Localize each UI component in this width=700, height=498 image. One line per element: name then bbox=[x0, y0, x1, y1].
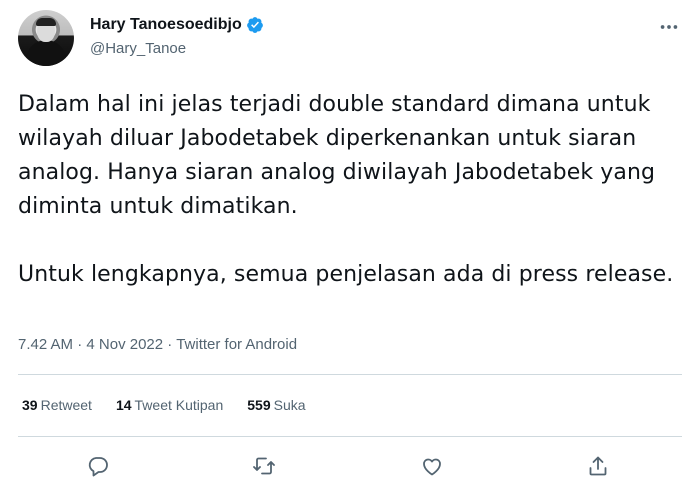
divider bbox=[18, 436, 682, 437]
quote-label: Tweet Kutipan bbox=[134, 397, 224, 413]
meta-separator: · bbox=[73, 336, 87, 353]
action-bar bbox=[0, 452, 700, 484]
avatar-hair bbox=[36, 18, 56, 26]
like-count: 559 bbox=[247, 397, 271, 413]
like-label: Suka bbox=[273, 397, 306, 413]
divider bbox=[18, 374, 682, 375]
reply-icon bbox=[88, 457, 108, 477]
tweet-header: Hary Tanoesoedibjo @Hary_Tanoe bbox=[18, 10, 682, 66]
retweet-stat[interactable]: 39 Retweet bbox=[22, 397, 92, 413]
tweet-paragraph: Untuk lengkapnya, semua penjelasan ada d… bbox=[18, 262, 674, 287]
like-icon bbox=[423, 458, 441, 476]
share-icon bbox=[589, 456, 607, 476]
user-handle[interactable]: @Hary_Tanoe bbox=[90, 40, 186, 57]
share-button[interactable] bbox=[584, 452, 612, 480]
reply-button[interactable] bbox=[84, 452, 112, 480]
retweet-button[interactable] bbox=[250, 452, 278, 480]
more-options-icon[interactable] bbox=[658, 16, 680, 38]
tweet-time[interactable]: 7.42 AM bbox=[18, 336, 73, 353]
like-stat[interactable]: 559 Suka bbox=[247, 397, 305, 413]
tweet-meta: 7.42 AM · 4 Nov 2022 · Twitter for Andro… bbox=[18, 336, 297, 353]
tweet-source[interactable]: Twitter for Android bbox=[176, 336, 297, 353]
retweet-label: Retweet bbox=[40, 397, 92, 413]
avatar-shoulders bbox=[26, 40, 66, 66]
quote-count: 14 bbox=[115, 397, 132, 413]
retweet-count: 39 bbox=[22, 397, 38, 413]
quote-stat[interactable]: 14 Tweet Kutipan bbox=[116, 397, 223, 413]
like-button[interactable] bbox=[418, 452, 446, 480]
display-name[interactable]: Hary Tanoesoedibjo bbox=[90, 16, 242, 34]
tweet-stats: 39 Retweet 14 Tweet Kutipan 559 Suka bbox=[22, 397, 330, 413]
tweet-paragraph: Dalam hal ini jelas terjadi double stand… bbox=[18, 92, 656, 219]
tweet-date[interactable]: 4 Nov 2022 bbox=[86, 336, 163, 353]
retweet-icon bbox=[253, 457, 275, 475]
tweet-text: Dalam hal ini jelas terjadi double stand… bbox=[18, 88, 678, 292]
name-row: Hary Tanoesoedibjo bbox=[90, 16, 264, 34]
avatar[interactable] bbox=[18, 10, 74, 66]
meta-separator: · bbox=[163, 336, 177, 353]
verified-badge-icon bbox=[246, 17, 263, 33]
